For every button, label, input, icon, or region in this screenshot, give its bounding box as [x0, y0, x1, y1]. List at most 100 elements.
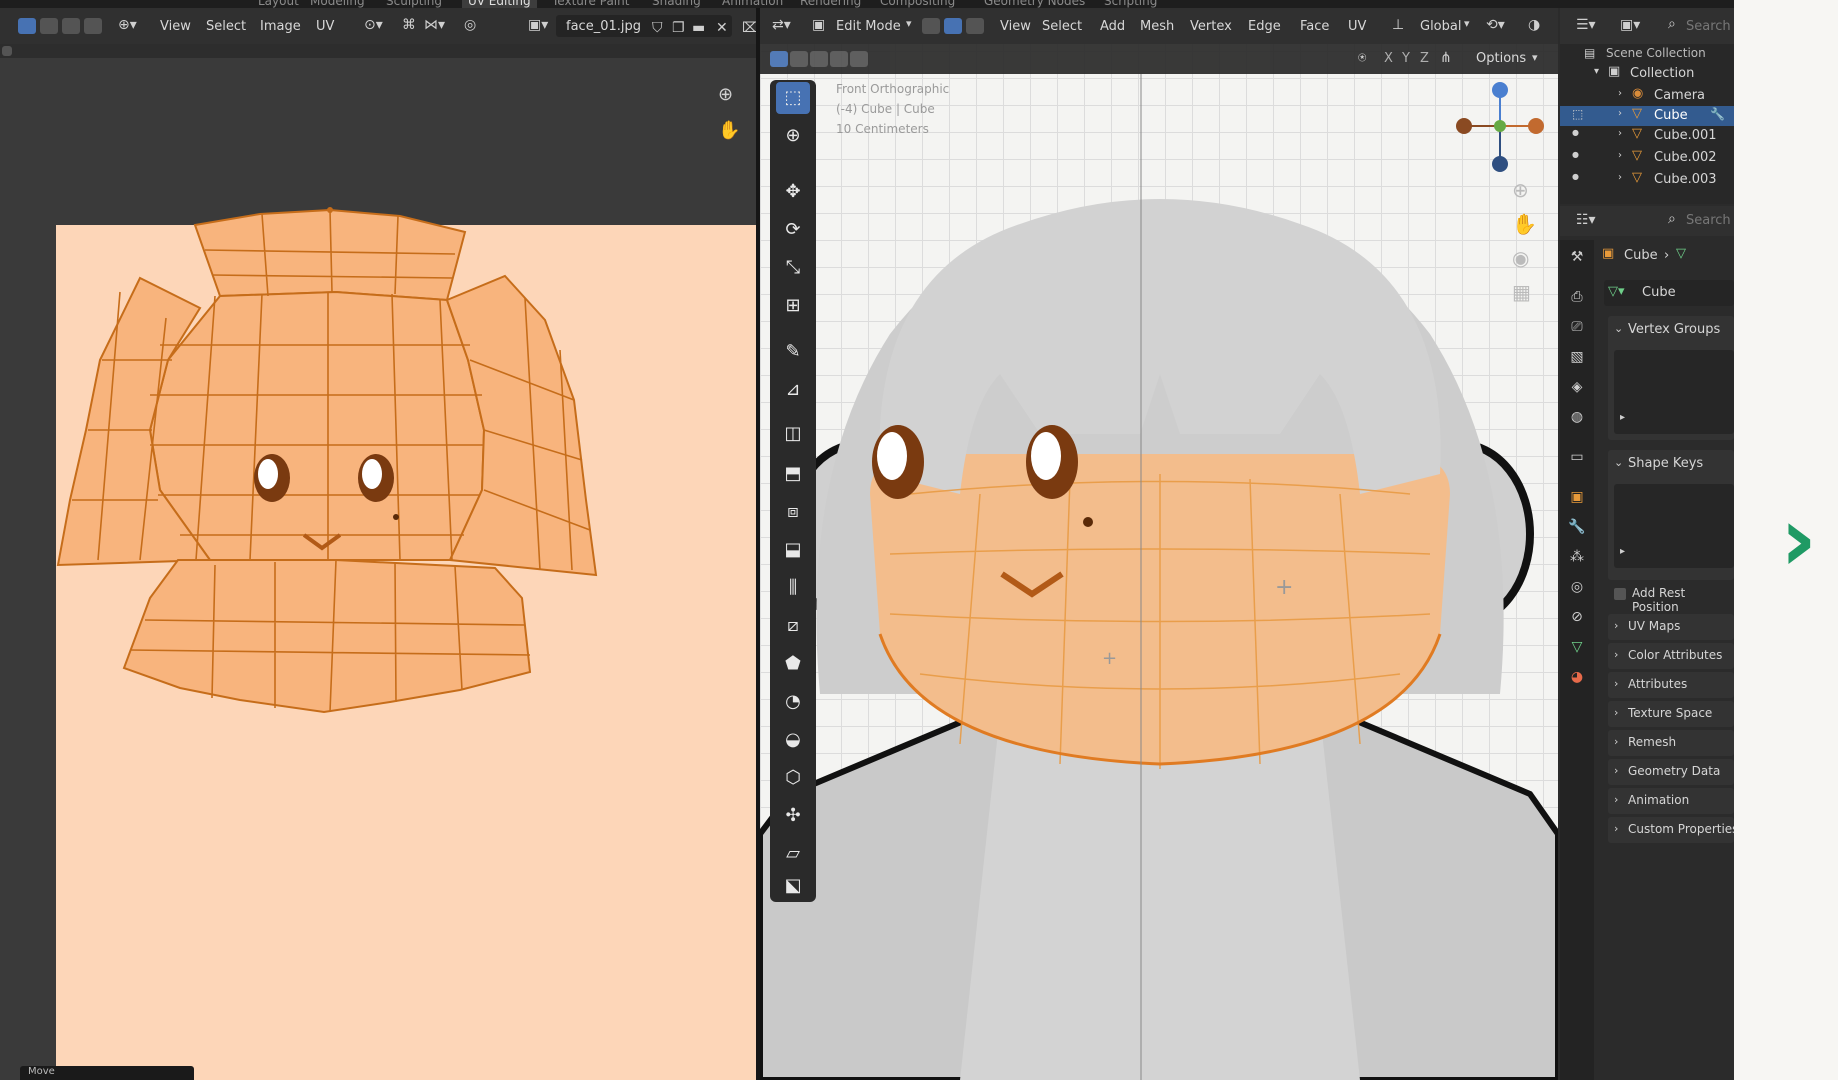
poly-build-tool-icon[interactable]: ⬟	[776, 648, 810, 680]
navigation-gizmo[interactable]	[1440, 78, 1550, 178]
tab-rendering[interactable]: Rendering	[800, 0, 861, 8]
remesh-panel[interactable]: › Remesh	[1608, 730, 1734, 756]
outliner-scene-collection[interactable]: Scene Collection	[1606, 46, 1706, 60]
list-expand-icon[interactable]: ▸	[1620, 412, 1625, 423]
vertex-select-mode-icon[interactable]	[922, 18, 940, 34]
outliner-item-cube[interactable]: Cube	[1654, 108, 1688, 123]
texture-space-panel[interactable]: › Texture Space	[1608, 701, 1734, 727]
properties-search-field[interactable]: Search	[1686, 213, 1731, 228]
snap-icon[interactable]: ◑	[1528, 17, 1540, 33]
select-box-tool-icon[interactable]: ⬚	[776, 82, 810, 114]
pivot-point-icon[interactable]: ⟲▾	[1486, 17, 1505, 33]
scale-tool-icon[interactable]: ⤡	[776, 252, 810, 284]
select-box-mode-extend-icon[interactable]	[790, 51, 808, 67]
breadcrumb-object[interactable]: Cube	[1624, 248, 1658, 263]
edit-mode-row-icon[interactable]: ⬚	[1572, 107, 1583, 121]
physics-tab-icon[interactable]: ◎	[1568, 578, 1586, 596]
outliner-item-camera[interactable]: Camera	[1654, 88, 1705, 103]
chevron-right-icon[interactable]: ›	[1618, 88, 1622, 99]
outliner-selected-row[interactable]	[1560, 106, 1734, 126]
display-mode-icon[interactable]: ▣▾	[1620, 17, 1640, 33]
orthographic-toggle-icon[interactable]: ▦	[1512, 280, 1531, 304]
visibility-dot-icon[interactable]: ●	[1572, 172, 1579, 181]
collection-tab-icon[interactable]: ▭	[1568, 448, 1586, 466]
knife-tool-icon[interactable]: ⧄	[776, 610, 810, 642]
shape-keys-list[interactable]: ▸	[1614, 484, 1734, 568]
pan-view-icon[interactable]: ✋	[1512, 212, 1537, 236]
edge-select-mode-icon[interactable]	[944, 18, 962, 34]
custom-properties-panel[interactable]: › Custom Properties	[1608, 817, 1734, 843]
properties-editor-type-icon[interactable]: ☷▾	[1576, 212, 1596, 228]
constraints-tab-icon[interactable]: ⊘	[1568, 608, 1586, 626]
bevel-tool-icon[interactable]: ⬓	[776, 534, 810, 566]
tab-compositing[interactable]: Compositing	[880, 0, 955, 8]
visibility-dot-icon[interactable]: ●	[1572, 150, 1579, 159]
color-attributes-panel[interactable]: › Color Attributes	[1608, 643, 1734, 669]
auto-merge-icon[interactable]: ⋔	[1440, 50, 1452, 66]
mesh-datablock-field[interactable]: ▽▾ Cube	[1604, 280, 1734, 306]
outliner-editor-type-icon[interactable]: ☰▾	[1576, 17, 1596, 33]
vp-menu-edge[interactable]: Edge	[1248, 19, 1281, 34]
measure-tool-icon[interactable]: ⊿	[776, 374, 810, 406]
edge-slide-tool-icon[interactable]: ⬡	[776, 762, 810, 794]
shrink-fatten-tool-icon[interactable]: ✣	[776, 800, 810, 832]
world-tab-icon[interactable]: ◍	[1568, 408, 1586, 426]
camera-view-icon[interactable]: ◉	[1512, 246, 1529, 270]
outliner-search-field[interactable]: Search	[1686, 19, 1731, 34]
vp-menu-add[interactable]: Add	[1100, 19, 1125, 34]
extrude-tool-icon[interactable]: ⬒	[776, 458, 810, 490]
material-tab-icon[interactable]: ◕	[1568, 668, 1586, 686]
select-box-mode-subtract-icon[interactable]	[810, 51, 828, 67]
uv-mesh-overlay[interactable]	[0, 0, 758, 1080]
vp-menu-mesh[interactable]: Mesh	[1140, 19, 1174, 34]
chevron-right-icon[interactable]: ›	[1618, 172, 1622, 183]
next-chevron-icon[interactable]: ›	[1780, 495, 1817, 585]
outliner-item-cube-001[interactable]: Cube.001	[1654, 128, 1717, 143]
vp-menu-face[interactable]: Face	[1300, 19, 1329, 34]
view-layer-tab-icon[interactable]: ▧	[1568, 348, 1586, 366]
editor-type-icon[interactable]: ⇄▾	[772, 17, 791, 33]
cursor-tool-icon[interactable]: ⊕	[776, 120, 810, 152]
mirror-z-toggle[interactable]: Z	[1420, 51, 1429, 66]
outliner-item-cube-002[interactable]: Cube.002	[1654, 150, 1717, 165]
mirror-x-toggle[interactable]: X	[1384, 51, 1393, 66]
select-box-mode-intersect-icon[interactable]	[850, 51, 868, 67]
chevron-right-icon[interactable]: ›	[1618, 128, 1622, 139]
add-rest-position-checkbox[interactable]	[1614, 588, 1626, 600]
vp-menu-uv[interactable]: UV	[1348, 19, 1366, 34]
render-tab-icon[interactable]: ⎙	[1568, 288, 1586, 306]
attributes-panel[interactable]: › Attributes	[1608, 672, 1734, 698]
chevron-right-icon[interactable]: ›	[1618, 150, 1622, 161]
mode-dropdown[interactable]: Edit Mode	[836, 19, 901, 34]
rip-tool-icon[interactable]: ⬕	[776, 870, 810, 902]
scene-tab-icon[interactable]: ◈	[1568, 378, 1586, 396]
shape-keys-title[interactable]: Shape Keys	[1628, 456, 1703, 471]
orientation-dropdown[interactable]: Global	[1420, 19, 1461, 34]
geometry-data-panel[interactable]: › Geometry Data	[1608, 759, 1734, 785]
zoom-view-icon[interactable]: ⊕	[1512, 178, 1529, 202]
chevron-right-icon[interactable]: ›	[1618, 108, 1622, 119]
loop-cut-tool-icon[interactable]: ⫼	[776, 572, 810, 604]
list-expand-icon[interactable]: ▸	[1620, 546, 1625, 557]
select-box-mode-invert-icon[interactable]	[830, 51, 848, 67]
vp-menu-select[interactable]: Select	[1042, 19, 1082, 34]
visibility-dot-icon[interactable]: ●	[1572, 128, 1579, 137]
options-dropdown[interactable]: Options	[1476, 51, 1526, 66]
outliner-collection[interactable]: Collection	[1630, 66, 1694, 81]
character-model[interactable]: + +	[760, 74, 1558, 1080]
mirror-icon[interactable]: ⍟	[1358, 50, 1366, 66]
face-select-mode-icon[interactable]	[966, 18, 984, 34]
particles-tab-icon[interactable]: ⁂	[1568, 548, 1586, 566]
chevron-down-icon[interactable]: ⌄	[1614, 322, 1623, 335]
mesh-data-tab-icon[interactable]: ▽	[1568, 638, 1586, 656]
output-tab-icon[interactable]: ⎚	[1568, 318, 1586, 336]
move-tool-icon[interactable]: ✥	[776, 176, 810, 208]
mirror-y-toggle[interactable]: Y	[1402, 51, 1410, 66]
annotate-tool-icon[interactable]: ✎	[776, 336, 810, 368]
chevron-down-icon[interactable]: ⌄	[1614, 456, 1623, 469]
vp-menu-view[interactable]: View	[1000, 19, 1031, 34]
spin-tool-icon[interactable]: ◔	[776, 686, 810, 718]
select-box-mode-new-icon[interactable]	[770, 51, 788, 67]
tab-geometry-nodes[interactable]: Geometry Nodes	[984, 0, 1085, 8]
outliner-item-cube-003[interactable]: Cube.003	[1654, 172, 1717, 187]
